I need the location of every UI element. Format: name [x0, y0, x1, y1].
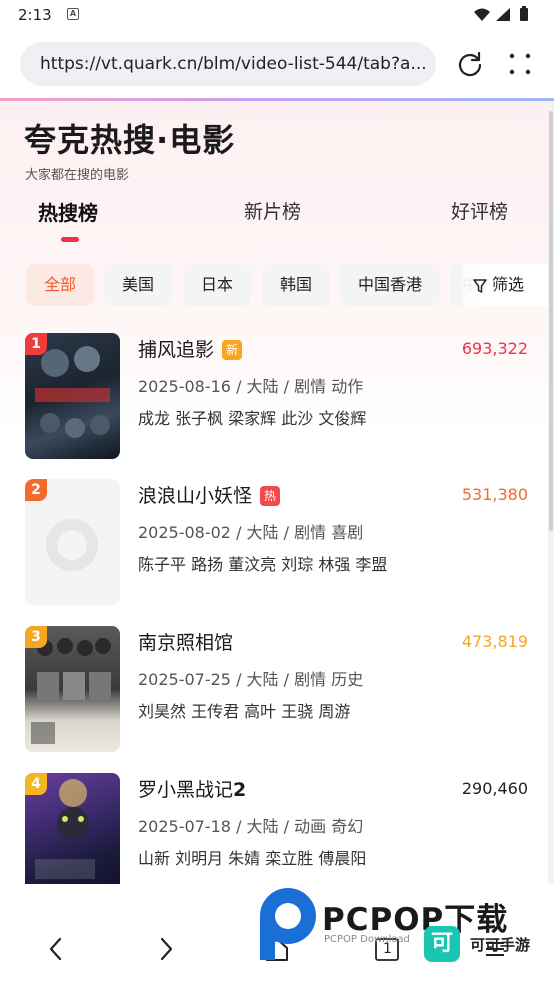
rank-badge: 2 [25, 479, 47, 501]
movie-title-text: 罗小黑战记 [138, 779, 234, 801]
funnel-icon [473, 278, 487, 293]
rank-badge: 3 [25, 626, 47, 648]
app-name: 可可手游 [470, 936, 531, 954]
movie-heat-score: 693,322 [461, 339, 528, 358]
movie-title-text: 南京照相馆 [138, 632, 234, 654]
movie-title[interactable]: 罗小黑战记2 [138, 775, 246, 802]
tab-new-films[interactable]: 新片榜 [244, 197, 301, 224]
pcpop-logo-icon [260, 888, 316, 960]
chip-all[interactable]: 全部 [26, 264, 94, 306]
active-tab-indicator [61, 237, 79, 242]
rank-badge: 1 [25, 333, 47, 355]
back-arrow-icon[interactable] [44, 936, 70, 962]
movie-title-text: 浪浪山小妖怪 [138, 485, 253, 507]
tag-new-badge: 新 [222, 340, 243, 360]
movie-title[interactable]: 南京照相馆 [138, 628, 233, 655]
movie-heat-score: 473,819 [461, 632, 528, 651]
page-scrollbar[interactable] [548, 101, 554, 884]
wifi-icon [474, 8, 490, 21]
status-bar: 2:13 A [0, 0, 554, 32]
movie-title[interactable]: 捕风追影新 [138, 335, 243, 362]
status-time: 2:13 [18, 6, 52, 24]
more-dots-icon[interactable] [506, 50, 534, 78]
rank-badge: 4 [25, 773, 47, 795]
filter-label: 筛选 [492, 275, 525, 294]
watermark-brand: PCPOP下载 [322, 902, 509, 938]
battery-icon [520, 8, 528, 21]
movie-poster[interactable]: 3 [25, 626, 120, 752]
movie-title-text: 捕风追影 [138, 339, 215, 361]
page-brand-title: 夸克热搜·电影 [24, 115, 235, 161]
filter-button[interactable]: 筛选 [462, 264, 548, 306]
tag-hot-badge: 热 [260, 486, 281, 506]
movie-title-number: 2 [233, 779, 247, 801]
browser-toolbar: https://vt.quark.cn/blm/video-list-544/t… [0, 32, 554, 98]
movie-poster[interactable]: 4 [25, 773, 120, 884]
movie-heat-score: 531,380 [461, 485, 528, 504]
web-page: 夸克热搜·电影 大家都在搜的电影 热搜榜 新片榜 好评榜 全部 美国 日本 韩国… [0, 101, 548, 884]
movie-poster[interactable]: 1 [25, 333, 120, 459]
forward-arrow-icon[interactable] [152, 936, 178, 962]
watermark-sub: PCPOP Download [324, 934, 410, 945]
tab-hot-search[interactable]: 热搜榜 [38, 197, 98, 226]
scrollbar-thumb[interactable] [549, 111, 553, 531]
chip-hong-kong[interactable]: 中国香港 [340, 264, 440, 306]
region-filter-chips: 全部 美国 日本 韩国 中国香港 中 筛选 [0, 264, 548, 308]
movie-row[interactable]: 1 捕风追影新 2025-08-16 / 大陆 / 剧情 动作 成龙 张子枫 梁… [0, 333, 548, 461]
movie-poster[interactable]: 2 [25, 479, 120, 605]
movie-meta: 2025-08-16 / 大陆 / 剧情 动作 [138, 377, 364, 396]
brand-text-a: 夸克 [24, 121, 91, 159]
movie-heat-score: 290,460 [461, 779, 528, 798]
chip-usa[interactable]: 美国 [104, 264, 172, 306]
page-subtitle: 大家都在搜的电影 [25, 168, 130, 183]
refresh-icon[interactable] [456, 50, 484, 78]
brand-text-hot: 热 [90, 121, 124, 159]
movie-cast: 陈子平 路扬 董汶亮 刘琮 林强 李盟 [138, 555, 388, 574]
signal-icon [496, 8, 510, 21]
movie-meta: 2025-07-25 / 大陆 / 剧情 历史 [138, 670, 364, 689]
url-bar[interactable]: https://vt.quark.cn/blm/video-list-544/t… [20, 42, 436, 86]
brand-text-b: 搜·电影 [123, 121, 236, 159]
watermark-overlay: PCPOP下载 PCPOP Download 可 可可手游 [256, 886, 546, 966]
chip-japan[interactable]: 日本 [183, 264, 251, 306]
chip-korea[interactable]: 韩国 [262, 264, 330, 306]
system-status-icons [474, 6, 528, 21]
tab-top-rated[interactable]: 好评榜 [451, 197, 508, 224]
movie-title[interactable]: 浪浪山小妖怪热 [138, 481, 281, 508]
movie-meta: 2025-08-02 / 大陆 / 剧情 喜剧 [138, 523, 364, 542]
ranking-tabs: 热搜榜 新片榜 好评榜 [0, 197, 548, 245]
movie-cast: 成龙 张子枫 梁家辉 此沙 文俊辉 [138, 409, 367, 428]
notification-icon: A [67, 8, 79, 20]
movie-cast: 山新 刘明月 朱婧 栾立胜 傅晨阳 [138, 849, 367, 868]
movie-row[interactable]: 3 南京照相馆 2025-07-25 / 大陆 / 剧情 历史 刘昊然 王传君 … [0, 626, 548, 754]
movie-row[interactable]: 4 罗小黑战记2 2025-07-18 / 大陆 / 动画 奇幻 山新 刘明月 … [0, 773, 548, 884]
app-logo-icon: 可 [424, 926, 460, 962]
movie-cast: 刘昊然 王传君 高叶 王骁 周游 [138, 702, 351, 721]
movie-meta: 2025-07-18 / 大陆 / 动画 奇幻 [138, 817, 364, 836]
movie-row[interactable]: 2 浪浪山小妖怪热 2025-08-02 / 大陆 / 剧情 喜剧 陈子平 路扬… [0, 479, 548, 607]
